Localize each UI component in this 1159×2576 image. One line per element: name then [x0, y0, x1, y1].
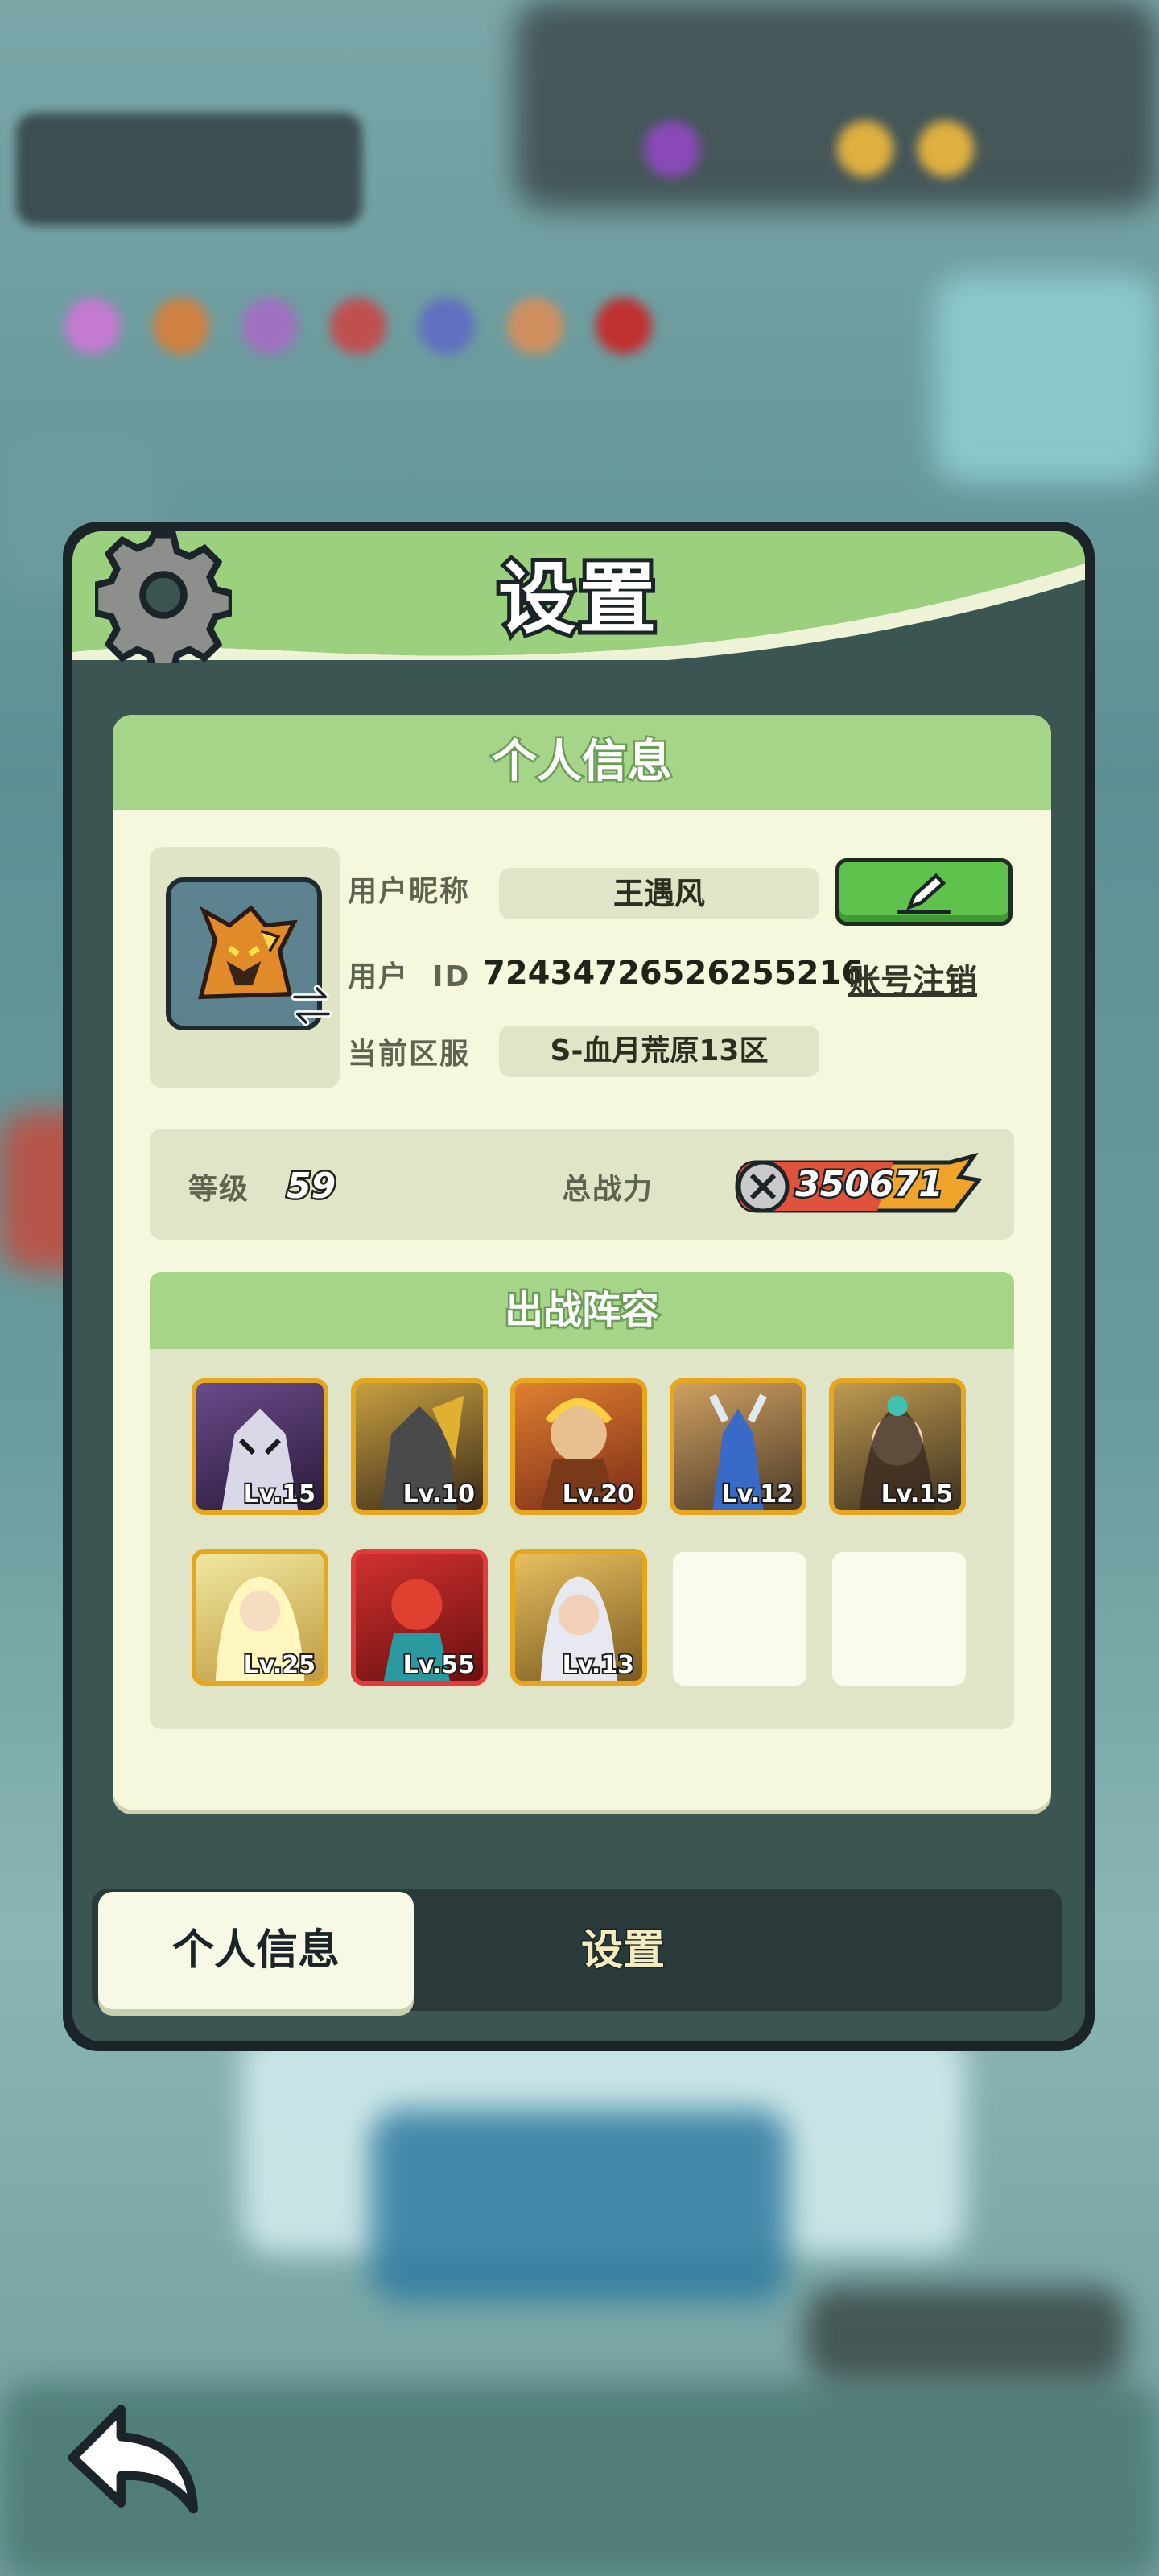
uid-label: 用户 ID — [348, 960, 471, 993]
server-label: 当前区服 — [348, 1038, 471, 1071]
hero-slot-4[interactable]: Lv.12 — [670, 1378, 806, 1515]
profile-info-title: 个人信息 — [490, 734, 674, 791]
empty-hero-slot[interactable] — [673, 1552, 806, 1686]
power-label: 总战力 — [562, 1173, 654, 1206]
stats-bar: 等级 59 总战力 350671 — [150, 1129, 1014, 1240]
hero-level: Lv.12 — [720, 1479, 795, 1510]
hero-slot-5[interactable]: Lv.15 — [829, 1378, 966, 1515]
swap-avatar-icon[interactable] — [283, 977, 340, 1034]
hero-level: Lv.15 — [880, 1479, 955, 1510]
server-value: S-血月荒原13区 — [499, 1026, 819, 1077]
battle-lineup-title: 出战阵容 — [502, 1286, 661, 1335]
profile-info-card: 个人信息 用户昵称 王遇风 用户 ID 7243472652625​5216 账… — [113, 715, 1051, 1810]
hero-level: Lv.10 — [402, 1479, 476, 1510]
hero-slot-3[interactable]: Lv.20 — [510, 1378, 647, 1515]
power-value: 350671 — [794, 1162, 946, 1208]
empty-hero-slot[interactable] — [832, 1552, 966, 1686]
back-arrow-icon[interactable] — [60, 2397, 212, 2518]
level-label: 等级 — [188, 1173, 250, 1206]
hero-slot-8[interactable]: Lv.13 — [510, 1549, 647, 1686]
tab-settings[interactable]: 设置 — [526, 1892, 720, 2009]
hero-level: Lv.13 — [561, 1649, 636, 1681]
player-hud-blurred — [16, 113, 362, 225]
account-deletion-link[interactable]: 账号注销 — [848, 955, 977, 1001]
nickname-value: 王遇风 — [499, 868, 819, 919]
avatar-card[interactable] — [150, 847, 340, 1088]
hero-level: Lv.25 — [242, 1649, 317, 1681]
pencil-icon — [897, 873, 951, 914]
hero-level: Lv.15 — [242, 1479, 317, 1510]
edit-nickname-button[interactable] — [835, 858, 1013, 926]
uid-value: 7243472652625​5216 — [483, 955, 864, 992]
hero-slot-6[interactable]: Lv.25 — [192, 1549, 328, 1686]
hero-level: Lv.20 — [561, 1479, 636, 1510]
power-badge: 350671 — [732, 1153, 982, 1219]
battle-lineup: 出战阵容 Lv.15 Lv.10 Lv.20 Lv.12 Lv.15 Lv.25… — [150, 1272, 1014, 1729]
nickname-label: 用户昵称 — [348, 875, 471, 908]
panel-title: 设置 — [494, 550, 660, 648]
hero-slot-7[interactable]: Lv.55 — [351, 1549, 488, 1686]
level-value: 59 — [284, 1164, 337, 1209]
settings-tab-bar: 个人信息 设置 — [92, 1889, 1062, 2011]
tab-profile-info[interactable]: 个人信息 — [98, 1892, 414, 2009]
hero-slot-1[interactable]: Lv.15 — [192, 1378, 328, 1515]
hero-level: Lv.55 — [402, 1649, 476, 1681]
hero-slot-2[interactable]: Lv.10 — [351, 1378, 488, 1515]
